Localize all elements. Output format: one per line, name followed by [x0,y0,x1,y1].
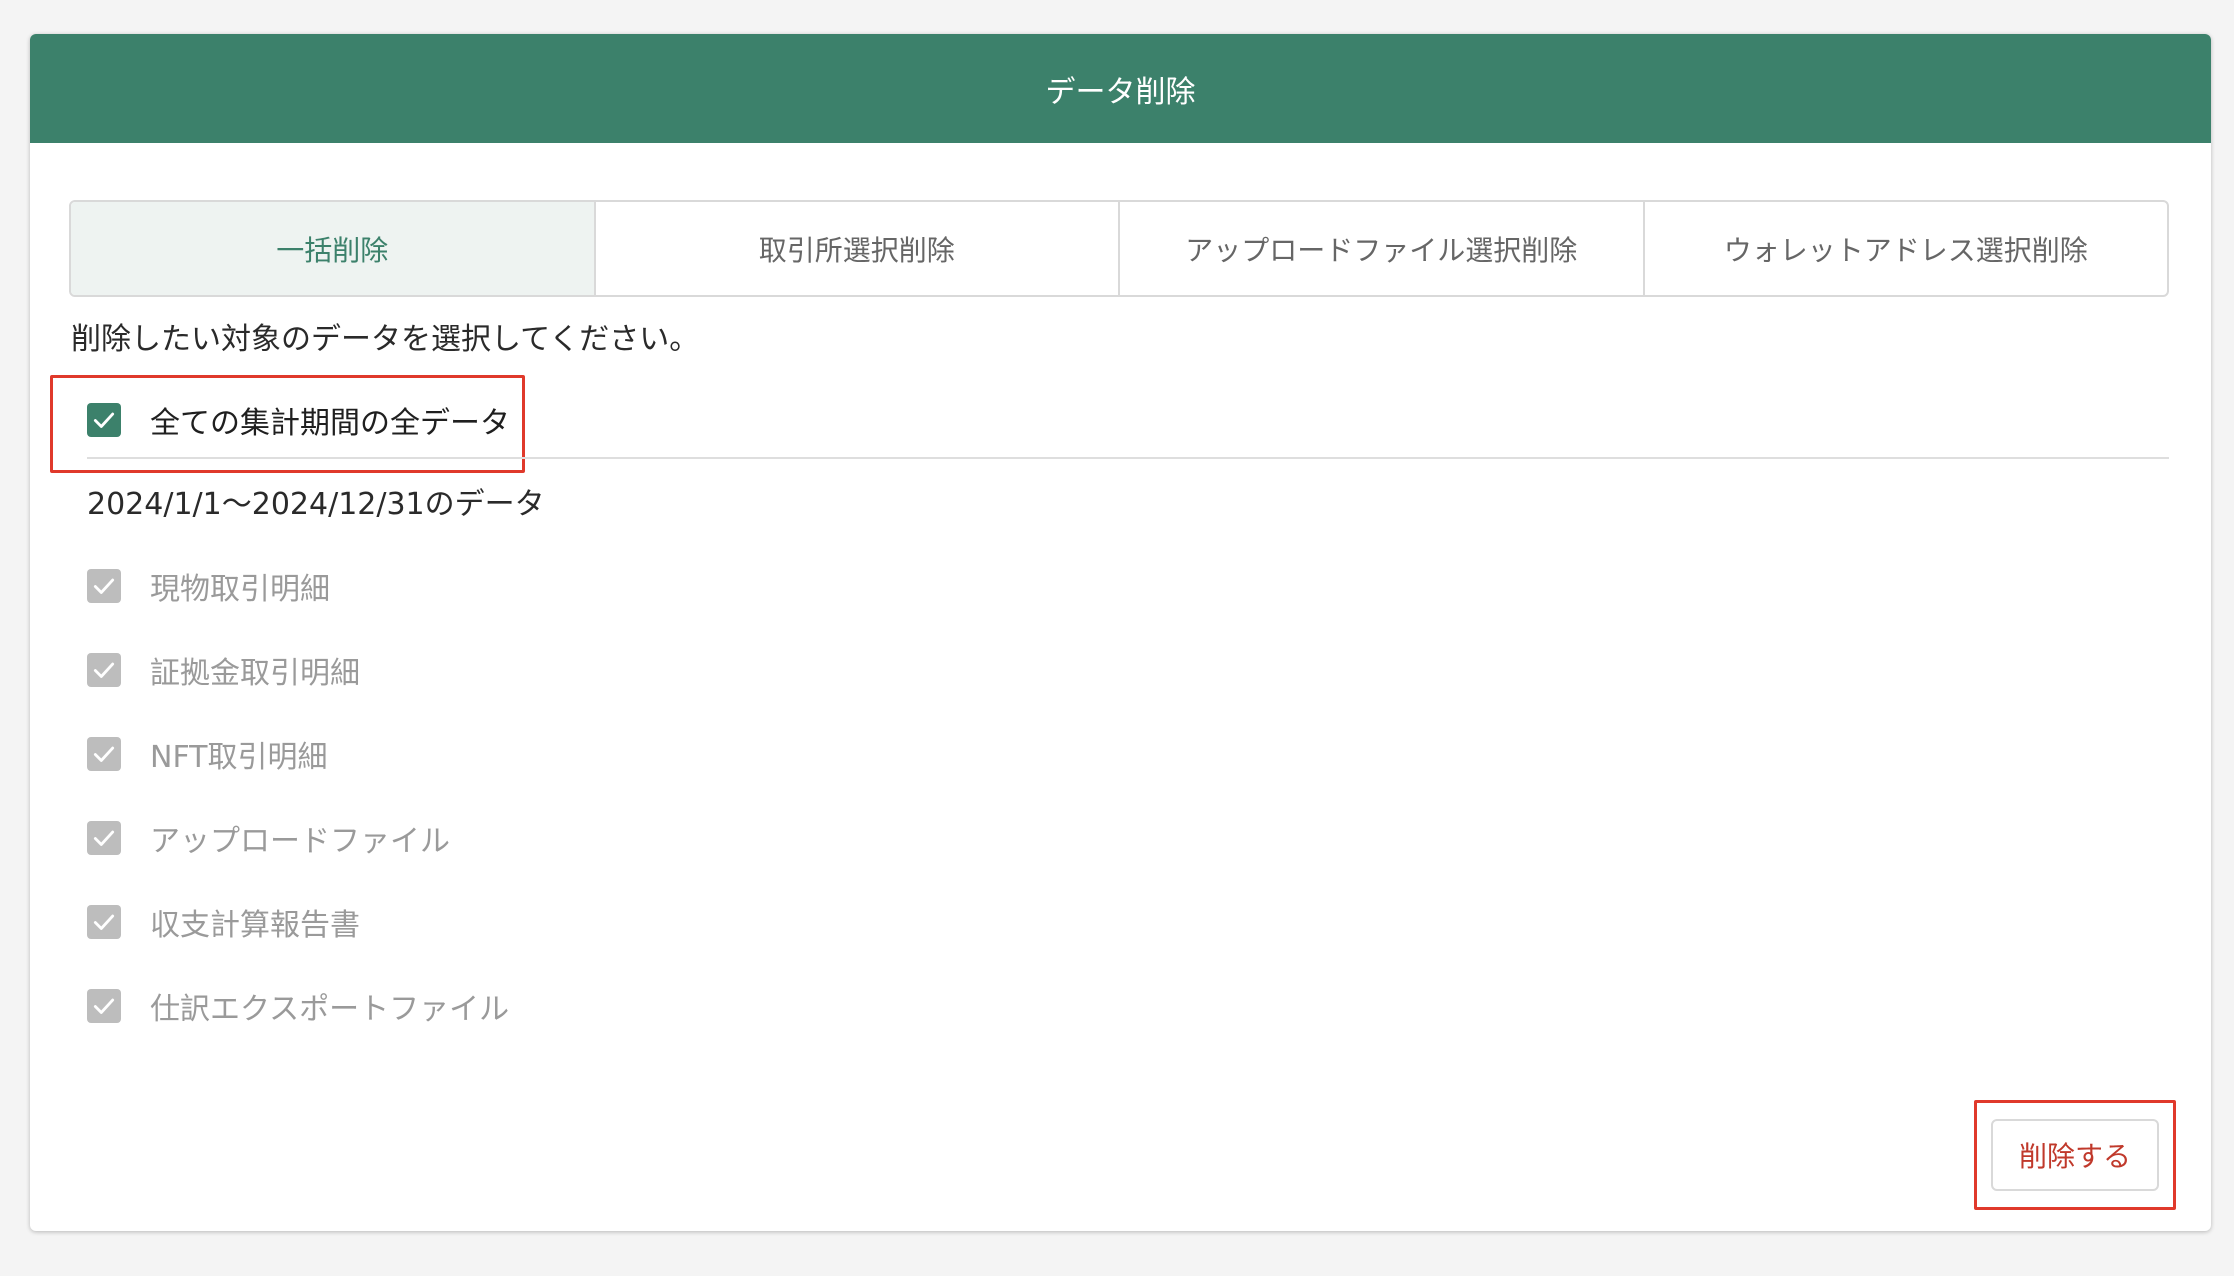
item-row-pl-report[interactable]: 収支計算報告書 [87,900,360,944]
item-row-journal-export[interactable]: 仕訳エクスポートファイル [87,984,509,1028]
data-delete-panel: データ削除 一括削除 取引所選択削除 アップロードファイル選択削除 ウォレットア… [30,34,2211,1231]
delete-mode-tabs: 一括削除 取引所選択削除 アップロードファイル選択削除 ウォレットアドレス選択削… [69,200,2169,297]
period-label: 2024/1/1〜2024/12/31のデータ [87,487,545,522]
tab-bulk-delete[interactable]: 一括削除 [71,202,594,295]
tab-wallet-address-delete[interactable]: ウォレットアドレス選択削除 [1642,202,2168,295]
pl-report-checkbox[interactable] [87,905,121,939]
all-data-checkbox[interactable] [87,403,121,437]
divider [87,457,2169,459]
item-row-spot-trades[interactable]: 現物取引明細 [87,564,330,608]
upload-files-checkbox[interactable] [87,821,121,855]
all-data-label: 全ての集計期間の全データ [150,406,510,441]
margin-trades-checkbox[interactable] [87,653,121,687]
checkmark-icon [93,412,115,428]
checkmark-icon [93,914,115,930]
spot-trades-label: 現物取引明細 [150,572,330,607]
checkmark-icon [93,746,115,762]
checkmark-icon [93,662,115,678]
delete-button[interactable]: 削除する [1991,1119,2159,1191]
margin-trades-label: 証拠金取引明細 [150,656,360,691]
checkmark-icon [93,578,115,594]
nft-trades-label: NFT取引明細 [150,740,328,775]
instruction-text: 削除したい対象のデータを選択してください。 [71,322,700,357]
upload-files-label: アップロードファイル [150,824,450,859]
panel-title: データ削除 [1045,74,1196,110]
tab-upload-file-delete[interactable]: アップロードファイル選択削除 [1118,202,1643,295]
item-row-upload-files[interactable]: アップロードファイル [87,816,450,860]
journal-export-label: 仕訳エクスポートファイル [150,992,510,1027]
item-row-nft-trades[interactable]: NFT取引明細 [87,732,328,776]
all-data-checkbox-row[interactable]: 全ての集計期間の全データ [87,398,510,442]
checkmark-icon [93,830,115,846]
journal-export-checkbox[interactable] [87,989,121,1023]
pl-report-label: 収支計算報告書 [150,908,360,943]
nft-trades-checkbox[interactable] [87,737,121,771]
tab-exchange-delete[interactable]: 取引所選択削除 [593,202,1119,295]
panel-header: データ削除 [30,34,2211,143]
item-row-margin-trades[interactable]: 証拠金取引明細 [87,648,360,692]
spot-trades-checkbox[interactable] [87,569,121,603]
checkmark-icon [93,998,115,1014]
